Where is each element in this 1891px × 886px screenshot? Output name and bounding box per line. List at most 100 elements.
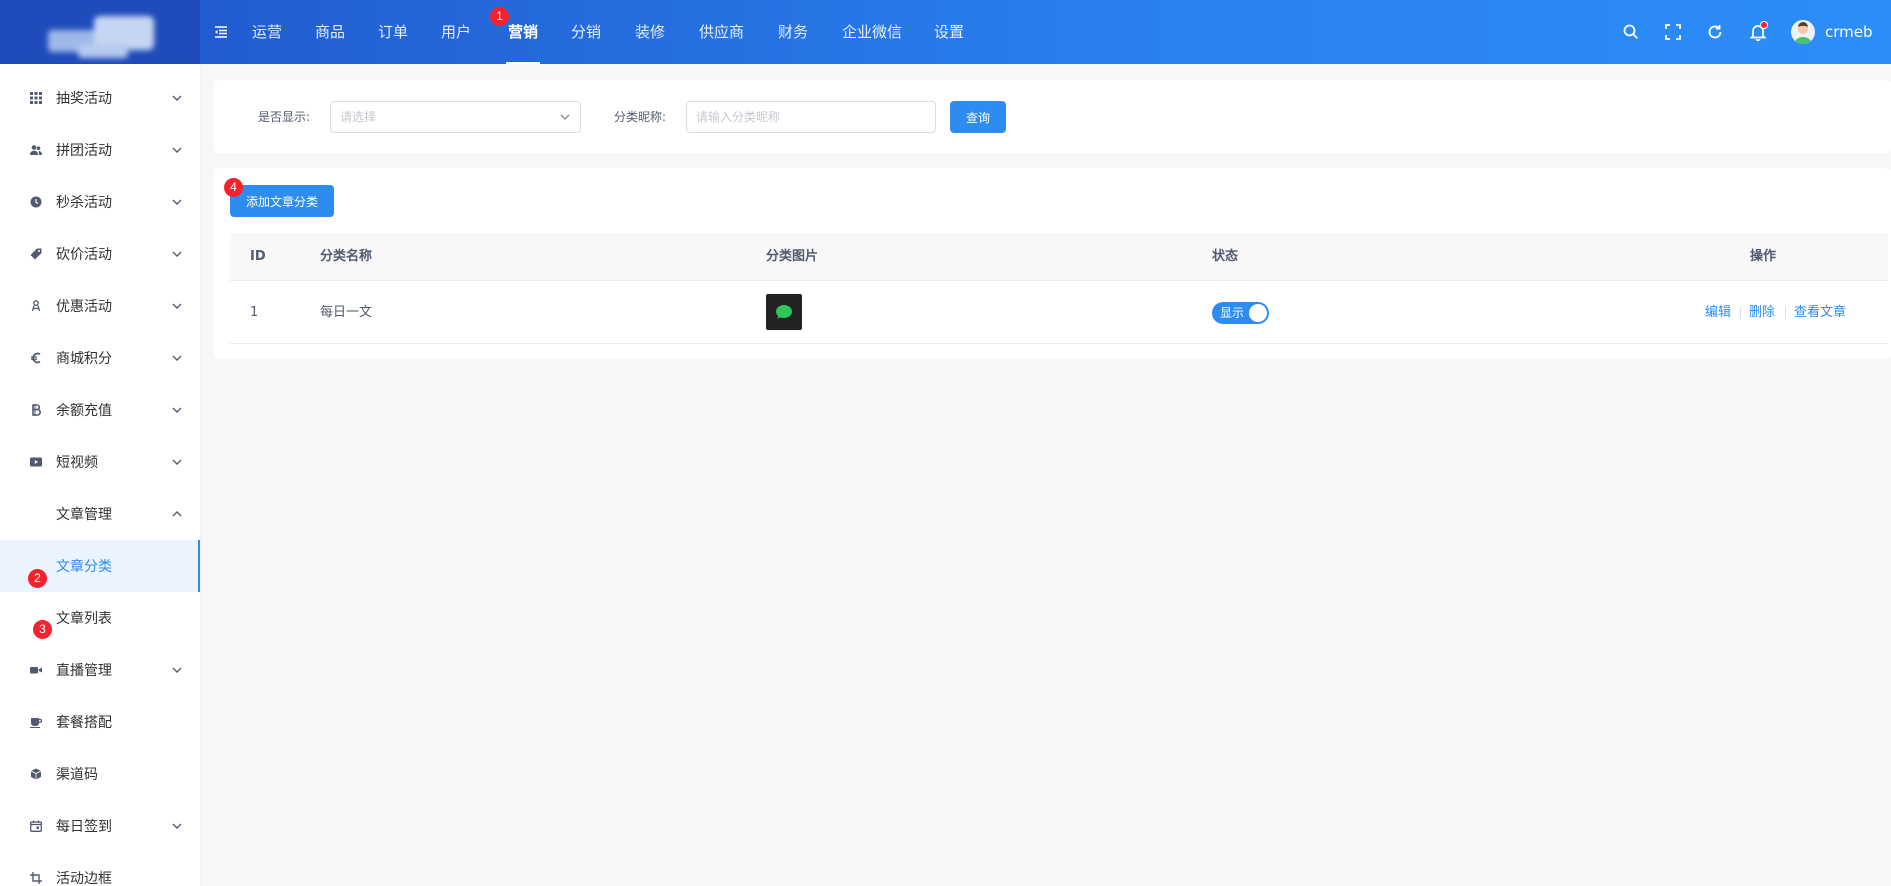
add-article-category-button[interactable]: 添加文章分类	[230, 185, 334, 217]
table-card: 添加文章分类 4 ID 分类名称 分类图片 状态 操作 1 每日一文 显示 编辑	[214, 168, 1891, 359]
nav-item-supplier[interactable]: 供应商	[699, 0, 744, 64]
show-filter-label: 是否显示:	[258, 110, 311, 124]
frame-icon	[30, 872, 42, 884]
sidebar-item-label: 余额充值	[56, 403, 112, 419]
step-marker-4: 4	[224, 178, 243, 197]
euro-icon	[31, 352, 41, 364]
nav-item-decoration[interactable]: 装修	[635, 0, 665, 64]
sidebar-item-article-list[interactable]: 文章列表	[0, 592, 200, 644]
status-toggle-knob	[1249, 304, 1267, 322]
cell-id: 1	[250, 305, 259, 320]
sidebar-item-live[interactable]: 直播管理	[0, 644, 200, 696]
chevron-down-icon	[172, 303, 182, 309]
chevron-down-icon	[172, 251, 182, 257]
category-image[interactable]	[766, 294, 802, 330]
sidebar: 抽奖活动 拼团活动 秒杀活动 砍价活动 优惠活动 商城积分 余额充值 短视频 文…	[0, 64, 200, 886]
sidebar-item-short-video[interactable]: 短视频	[0, 436, 200, 488]
edit-link[interactable]: 编辑	[1705, 281, 1731, 344]
logo[interactable]	[48, 14, 156, 62]
nav-item-orders[interactable]: 订单	[378, 0, 408, 64]
sidebar-item-label: 文章分类	[56, 559, 112, 575]
sidebar-item-check-in[interactable]: 每日签到	[0, 800, 200, 852]
sidebar-item-label: 秒杀活动	[56, 195, 112, 211]
sidebar-item-label: 商城积分	[56, 351, 112, 367]
chevron-down-icon	[172, 667, 182, 673]
divider	[1785, 307, 1786, 319]
sidebar-item-label: 渠道码	[56, 767, 98, 783]
notification-dot	[1760, 21, 1768, 29]
discount-icon	[31, 300, 41, 312]
delete-link[interactable]: 删除	[1749, 281, 1775, 344]
nav-item-users[interactable]: 用户	[441, 0, 471, 64]
camera-icon	[30, 667, 42, 674]
nav-item-operations[interactable]: 运营	[252, 0, 282, 64]
avatar	[1791, 20, 1815, 44]
nav-item-finance[interactable]: 财务	[778, 0, 808, 64]
sidebar-item-recharge[interactable]: 余额充值	[0, 384, 200, 436]
nav-item-wecom[interactable]: 企业微信	[842, 0, 902, 64]
sidebar-item-label: 短视频	[56, 455, 98, 471]
sidebar-item-label: 每日签到	[56, 819, 112, 835]
nav-item-marketing[interactable]: 营销	[505, 0, 541, 64]
col-image: 分类图片	[766, 249, 819, 264]
step-marker-1: 1	[490, 7, 509, 26]
sidebar-item-activity-frame[interactable]: 活动边框	[0, 852, 200, 886]
filter-card: 是否显示: 请选择 分类昵称: 请输入分类昵称 查询	[214, 80, 1891, 153]
sidebar-item-points[interactable]: 商城积分	[0, 332, 200, 384]
chevron-down-icon	[172, 355, 182, 361]
refresh-icon[interactable]	[1705, 22, 1725, 42]
sidebar-item-flash-sale[interactable]: 秒杀活动	[0, 176, 200, 228]
table-row: 1 每日一文 显示 编辑 删除 查看文章	[230, 281, 1888, 344]
chevron-down-icon	[172, 407, 182, 413]
menu-collapse-icon[interactable]	[213, 24, 229, 40]
cup-icon	[30, 718, 42, 728]
status-toggle[interactable]: 显示	[1212, 302, 1269, 324]
group-icon	[30, 145, 42, 155]
search-icon[interactable]	[1621, 22, 1641, 42]
chevron-up-icon	[172, 511, 182, 517]
nav-item-distribution[interactable]: 分销	[571, 0, 601, 64]
sidebar-item-group-buy[interactable]: 拼团活动	[0, 124, 200, 176]
chevron-down-icon	[172, 199, 182, 205]
query-button[interactable]: 查询	[950, 101, 1006, 133]
clock-icon	[30, 196, 42, 208]
chevron-down-icon	[172, 459, 182, 465]
sidebar-item-label: 拼团活动	[56, 143, 112, 159]
sidebar-item-bargain[interactable]: 砍价活动	[0, 228, 200, 280]
sidebar-item-label: 套餐搭配	[56, 715, 112, 731]
calendar-icon	[30, 820, 42, 832]
step-marker-2: 2	[28, 569, 47, 588]
chevron-down-icon	[172, 823, 182, 829]
coin-icon	[32, 404, 41, 416]
sidebar-item-label: 抽奖活动	[56, 91, 112, 107]
sidebar-item-channel-code[interactable]: 渠道码	[0, 748, 200, 800]
cell-name: 每日一文	[320, 305, 373, 320]
sidebar-item-label: 直播管理	[56, 663, 112, 679]
nav-item-products[interactable]: 商品	[315, 0, 345, 64]
chevron-down-icon	[172, 95, 182, 101]
name-filter-label: 分类昵称:	[614, 110, 667, 124]
sidebar-item-bundle[interactable]: 套餐搭配	[0, 696, 200, 748]
logo-area	[0, 0, 200, 64]
sidebar-item-label: 文章列表	[56, 611, 112, 627]
nav-item-settings[interactable]: 设置	[934, 0, 964, 64]
sidebar-item-article-management[interactable]: 文章管理	[0, 488, 200, 540]
fullscreen-icon[interactable]	[1663, 22, 1683, 42]
step-marker-3: 3	[33, 620, 52, 639]
show-filter-select[interactable]: 请选择	[330, 101, 581, 133]
user-menu[interactable]: crmeb	[1791, 20, 1873, 44]
chat-bubble-icon	[776, 305, 792, 319]
username: crmeb	[1825, 23, 1873, 41]
col-status: 状态	[1212, 249, 1239, 264]
show-filter-placeholder: 请选择	[340, 110, 377, 124]
notification-button[interactable]	[1748, 21, 1768, 42]
sidebar-item-lottery[interactable]: 抽奖活动	[0, 72, 200, 124]
divider	[1740, 307, 1741, 319]
cube-icon	[30, 768, 42, 780]
sidebar-item-label: 砍价活动	[56, 247, 112, 263]
view-articles-link[interactable]: 查看文章	[1794, 281, 1846, 344]
name-filter-input[interactable]: 请输入分类昵称	[686, 101, 936, 133]
col-id: ID	[250, 249, 266, 264]
sidebar-item-discount[interactable]: 优惠活动	[0, 280, 200, 332]
table-header: ID 分类名称 分类图片 状态 操作	[230, 233, 1888, 281]
